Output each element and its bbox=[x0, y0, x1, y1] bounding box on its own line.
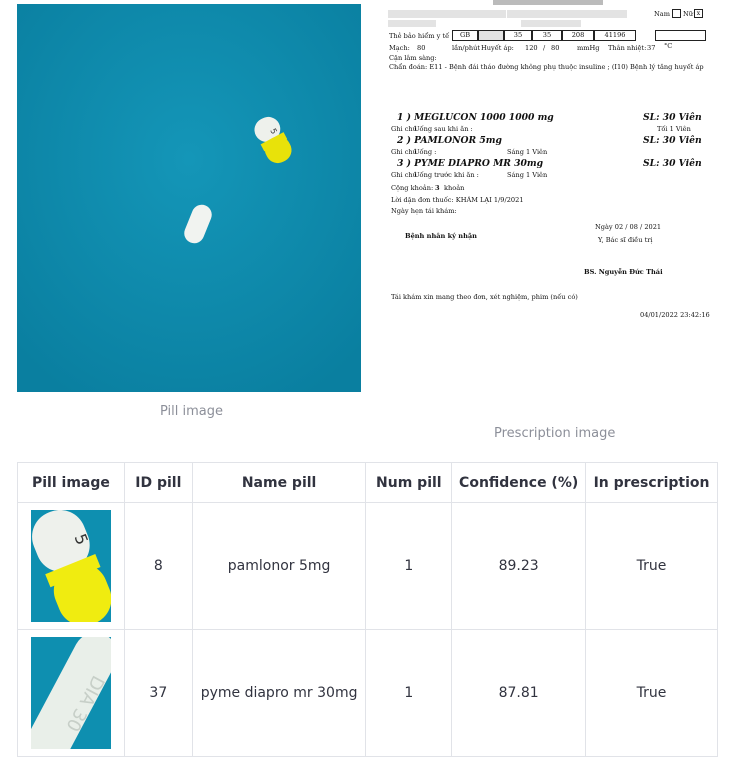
pill-photo-drawing: 5 bbox=[17, 4, 361, 392]
column-header-pill-image[interactable]: Pill image bbox=[17, 462, 125, 503]
pill-thumbnail-drawing: 5 bbox=[30, 510, 111, 622]
medication-note: Uống sau khi ăn : bbox=[414, 125, 473, 133]
timestamp: 04/01/2022 23:42:16 bbox=[640, 311, 710, 319]
medication-line: 2 ) PAMLONOR 5mg bbox=[397, 135, 502, 146]
redacted-block bbox=[507, 10, 627, 18]
insurance-label: Thẻ bảo hiểm y tế bbox=[389, 32, 450, 40]
id-pill-cell: 37 bbox=[123, 629, 193, 757]
confidence-cell: 87.81 bbox=[451, 629, 587, 757]
bp-sep: / bbox=[543, 44, 546, 52]
doctor-name: BS. Nguyễn Đức Thái bbox=[584, 268, 663, 276]
medication-qty: SL: 30 Viên bbox=[643, 135, 702, 146]
card-cell-empty bbox=[655, 30, 706, 41]
column-header-name-pill[interactable]: Name pill bbox=[191, 462, 367, 503]
card-cell: 35 bbox=[532, 30, 562, 41]
gender-male-box bbox=[672, 9, 681, 18]
results-table: Pill image ID pill Name pill Num pill Co… bbox=[17, 462, 718, 757]
redacted-block bbox=[521, 20, 581, 27]
medication-dose: Tối 1 Viên bbox=[657, 125, 691, 133]
footer-note: Tái khám xin mang theo đơn, xét nghiệm, … bbox=[391, 293, 578, 301]
medication-qty: SL: 30 Viên bbox=[643, 158, 702, 169]
medication-note: Uống trước khi ăn : bbox=[414, 171, 479, 179]
revisit: Ngày hẹn tái khám: bbox=[391, 207, 457, 215]
medication-dose: Sáng 1 Viên bbox=[507, 171, 548, 179]
pill-photo: 5 bbox=[17, 4, 361, 392]
pill-image-caption: Pill image bbox=[160, 404, 224, 419]
bp-label: Huyết áp: bbox=[481, 44, 514, 52]
prescription-image: Nam Nữ x Thẻ bảo hiểm y tế GB 35 35 208 … bbox=[385, 0, 717, 330]
total-label: Cộng khoản: bbox=[391, 184, 434, 192]
gender-male-label: Nam bbox=[654, 10, 670, 18]
name-pill-cell: pamlonor 5mg bbox=[191, 502, 367, 630]
document-title-cut bbox=[493, 0, 603, 5]
card-cell: 35 bbox=[504, 30, 532, 41]
patient-sign: Bệnh nhân ký nhận bbox=[405, 232, 477, 240]
bp-unit: mmHg bbox=[577, 44, 600, 52]
gender-female-label: Nữ bbox=[683, 10, 694, 18]
table-row: 5 8 pamlonor 5mg 1 89.23 True bbox=[17, 502, 718, 630]
column-header-id-pill[interactable]: ID pill bbox=[123, 462, 193, 503]
pulse-value: 80 bbox=[417, 44, 426, 52]
card-cell bbox=[478, 30, 504, 41]
prescription-image-caption: Prescription image bbox=[494, 426, 616, 441]
card-cell: 208 bbox=[562, 30, 594, 41]
advice: Lời dặn đơn thuốc: KHÁM LẠI 1/9/2021 bbox=[391, 196, 524, 204]
pill-thumbnail-cell: DIA 30 bbox=[17, 629, 125, 757]
temp-value: 37 bbox=[647, 44, 656, 52]
doctor-role: Y, Bác sĩ điều trị bbox=[598, 236, 653, 244]
bp-sys: 120 bbox=[525, 44, 538, 52]
redacted-block bbox=[388, 10, 506, 18]
in-prescription-cell: True bbox=[585, 502, 718, 630]
num-pill-cell: 1 bbox=[365, 502, 453, 630]
gender-female-box: x bbox=[694, 9, 703, 18]
medication-qty: SL: 30 Viên bbox=[643, 112, 702, 123]
medication-line: 1 ) MEGLUCON 1000 1000 mg bbox=[397, 112, 554, 123]
pill-thumbnail: DIA 30 bbox=[30, 637, 111, 749]
id-pill-cell: 8 bbox=[123, 502, 193, 630]
bp-dia: 80 bbox=[551, 44, 560, 52]
medication-dose: Sáng 1 Viên bbox=[507, 148, 548, 156]
redacted-block bbox=[388, 20, 436, 27]
card-cell: GB bbox=[452, 30, 478, 41]
temp-label: Thân nhiệt: bbox=[608, 44, 647, 52]
column-header-in-prescription[interactable]: In prescription bbox=[585, 462, 718, 503]
table-header-row: Pill image ID pill Name pill Num pill Co… bbox=[17, 462, 718, 503]
confidence-cell: 89.23 bbox=[451, 502, 587, 630]
clinical-label: Cận lâm sàng: bbox=[389, 54, 437, 62]
total-value: 3 bbox=[435, 184, 440, 192]
diagnosis: Chẩn đoán: E11 - Bệnh đái tháo đường khô… bbox=[389, 63, 704, 71]
pulse-unit: lần/phút bbox=[452, 44, 480, 52]
table-row: DIA 30 37 pyme diapro mr 30mg 1 87.81 Tr… bbox=[17, 629, 718, 757]
medication-line: 3 ) PYME DIAPRO MR 30mg bbox=[397, 158, 544, 169]
in-prescription-cell: True bbox=[585, 629, 718, 757]
pill-thumbnail-cell: 5 bbox=[17, 502, 125, 630]
pulse-label: Mạch: bbox=[389, 44, 410, 52]
total-unit: khoản bbox=[444, 184, 465, 192]
column-header-confidence[interactable]: Confidence (%) bbox=[451, 462, 587, 503]
pill-thumbnail: 5 bbox=[30, 510, 111, 622]
column-header-num-pill[interactable]: Num pill bbox=[365, 462, 453, 503]
name-pill-cell: pyme diapro mr 30mg bbox=[191, 629, 367, 757]
pill-thumbnail-drawing: DIA 30 bbox=[30, 637, 111, 749]
num-pill-cell: 1 bbox=[365, 629, 453, 757]
medication-note: Uống : bbox=[414, 148, 437, 156]
prescription-date: Ngày 02 / 08 / 2021 bbox=[595, 223, 662, 231]
card-cell: 41196 bbox=[594, 30, 636, 41]
temp-unit: °C bbox=[664, 42, 673, 50]
